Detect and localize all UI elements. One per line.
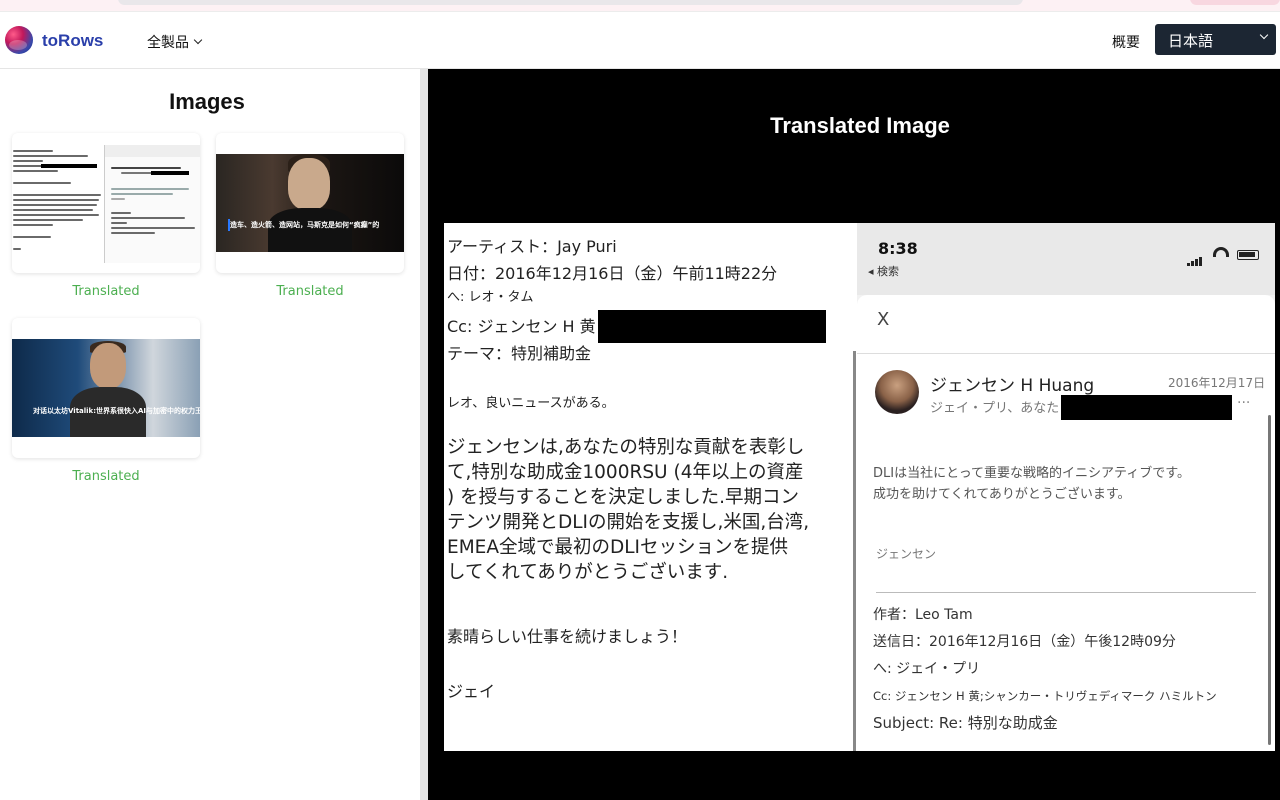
phone-body-line: DLIは当社にとって重要な戦略的イニシアティブです。 <box>873 466 1190 481</box>
chevron-down-icon <box>1259 30 1269 40</box>
phone-time: 8:38 <box>878 239 918 258</box>
email-body-line: て,特別な助成金1000RSU (4年以上の資産 <box>447 462 804 483</box>
image-thumbnail-portrait[interactable]: 造车、造火箭、造网站，马斯克是如何“疯癫”的 <box>216 133 404 273</box>
email-body-line: してくれてありがとうございます. <box>447 562 729 583</box>
language-select[interactable]: 日本語 <box>1155 24 1276 55</box>
browser-tab-strip <box>0 0 1280 12</box>
site-header: toRows 全製品 概要 日本語 <box>0 12 1280 69</box>
address-bar[interactable] <box>118 0 1023 5</box>
phone-email-card: X ジェンセン H Huang 2016年12月17日 ジェイ・プリ、あなた ·… <box>853 295 1275 751</box>
phone-recipients: ジェイ・プリ、あなた <box>930 401 1060 416</box>
translated-email: アーティスト：Jay Puri 日付：2016年12月16日（金）午前11時22… <box>444 223 856 751</box>
thumbnail-caption: 造车、造火箭、造网站，马斯克是如何“疯癫”的 <box>230 221 380 229</box>
translated-image-panel: Translated Image アーティスト：Jay Puri 日付：2016… <box>428 69 1280 800</box>
email-to: へ: レオ・タム <box>447 290 534 305</box>
phone-preview <box>104 145 200 263</box>
panel-divider-scrollbar[interactable] <box>420 69 428 800</box>
browser-action-pill[interactable] <box>1190 0 1280 5</box>
thumbnail-status[interactable]: Translated <box>216 284 404 299</box>
phone-quoted-header: 作者：Leo Tam 送信日：2016年12月16日（金）午後12時09分 へ:… <box>873 602 1217 737</box>
email-body-line: EMEA全域で最初のDLIセッションを提供 <box>447 537 789 558</box>
nav-about[interactable]: 概要 <box>1112 32 1140 52</box>
quoted-to: へ: ジェイ・プリ <box>873 661 981 677</box>
quoted-author: 作者：Leo Tam <box>873 607 973 623</box>
phone-sign: ジェンセン <box>876 547 937 561</box>
battery-icon <box>1237 250 1259 260</box>
email-signature: ジェイ <box>447 682 496 701</box>
thumbnail-status[interactable]: Translated <box>12 469 200 484</box>
email-subject: テーマ：特別補助金 <box>447 344 592 363</box>
quoted-sent: 送信日：2016年12月16日（金）午後12時09分 <box>873 634 1176 650</box>
email-closing: 素晴らしい仕事を続けましょう！ <box>447 627 688 646</box>
email-from: アーティスト：Jay Puri <box>447 237 617 256</box>
translated-image: アーティスト：Jay Puri 日付：2016年12月16日（金）午前11時22… <box>444 223 1275 751</box>
chevron-down-icon <box>193 35 203 45</box>
nav-all-products[interactable]: 全製品 <box>147 32 203 52</box>
email-body-line: ) を授与することを決定しました.早期コン <box>447 487 799 508</box>
email-body-line: ジェンセンは,あなたの特別な貢献を表彰し <box>447 437 805 458</box>
email-body-line: テンツ開発とDLIの開始を支援し,米国,台湾, <box>447 512 810 533</box>
language-select-value: 日本語 <box>1168 32 1214 50</box>
brand-logo-icon[interactable] <box>5 26 33 54</box>
redaction-box <box>1061 395 1232 420</box>
brand-name[interactable]: toRows <box>42 31 103 51</box>
image-thumbnail-email[interactable] <box>12 133 200 273</box>
email-date: 日付：2016年12月16日（金）午前11時22分 <box>447 264 778 283</box>
interview-photo: 对话以太坊Vitalik:世界系很快入AI与加密中的权力王国 <box>12 339 200 437</box>
phone-status-bar: 8:38 ◂ 検索 <box>857 223 1275 295</box>
wifi-icon <box>1213 247 1229 257</box>
phone-sender: ジェンセン H Huang <box>930 376 1095 396</box>
redaction-box <box>598 310 826 343</box>
phone-body: DLIは当社にとって重要な戦略的イニシアティブです。 成功を助けてくれてありがと… <box>873 463 1190 505</box>
translated-image-title: Translated Image <box>770 113 950 138</box>
portrait-photo: 造车、造火箭、造网站，马斯克是如何“疯癫”的 <box>216 154 404 252</box>
images-panel-title: Images <box>169 89 245 114</box>
quoted-subject: Subject: Re: 特別な助成金 <box>873 714 1058 732</box>
translated-phone-screenshot: 8:38 ◂ 検索 X ジェンセン H Huang 2016年12月17日 ジェ… <box>853 223 1275 751</box>
phone-body-line: 成功を助けてくれてありがとうございます。 <box>873 487 1131 502</box>
images-panel: Images Translated 造车、造火箭、造网站，马斯克是如何“疯癫”的… <box>0 69 420 800</box>
phone-date: 2016年12月17日 <box>1168 376 1266 390</box>
quoted-cc: Cc: ジェンセン H 黄;シャンカー・トリヴェディマーク ハミルトン <box>873 689 1217 703</box>
more-icon: ··· <box>1237 395 1251 411</box>
phone-back-search: ◂ 検索 <box>868 265 900 278</box>
thumbnail-caption: 对话以太坊Vitalik:世界系很快入AI与加密中的权力王国 <box>33 407 200 415</box>
close-icon: X <box>877 309 890 330</box>
signal-icon <box>1187 247 1203 266</box>
email-body: ジェンセンは,あなたの特別な貢献を表彰し て,特別な助成金1000RSU (4年… <box>447 435 856 585</box>
thumbnail-status[interactable]: Translated <box>12 284 200 299</box>
nav-all-products-label: 全製品 <box>147 35 189 51</box>
avatar <box>875 370 919 414</box>
email-preview <box>12 145 106 263</box>
image-thumbnail-interview[interactable]: 对话以太坊Vitalik:世界系很快入AI与加密中的权力王国 <box>12 318 200 458</box>
email-greeting: レオ、良いニュースがある。 <box>447 396 615 411</box>
